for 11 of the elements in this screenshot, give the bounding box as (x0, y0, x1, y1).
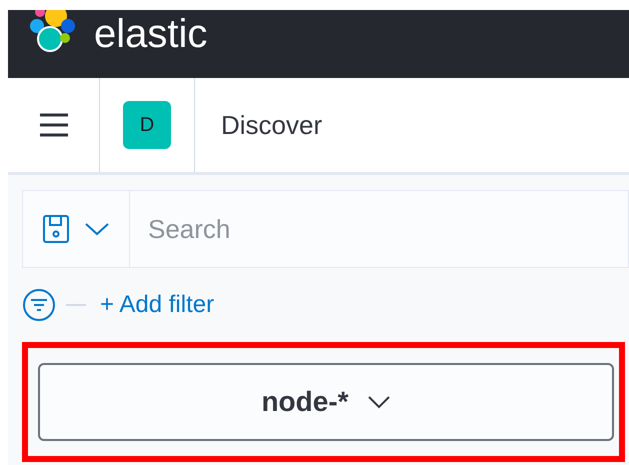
app-badge[interactable]: D (123, 101, 171, 149)
filter-icon[interactable] (22, 288, 56, 322)
saved-query-button[interactable] (22, 190, 130, 268)
brand-name: elastic (94, 14, 208, 54)
chevron-down-icon (84, 222, 110, 236)
add-filter-link[interactable]: + Add filter (100, 287, 214, 323)
save-icon (42, 214, 70, 244)
page-title: Discover (221, 108, 322, 142)
index-pattern-dropdown[interactable]: node-* (38, 363, 614, 441)
search-field[interactable]: Search (130, 190, 629, 268)
chevron-down-icon (366, 395, 391, 409)
